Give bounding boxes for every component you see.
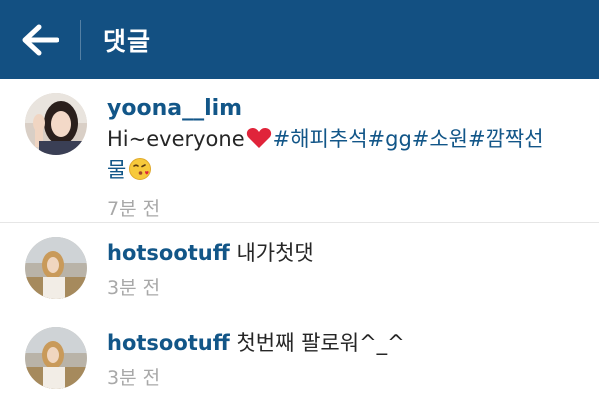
caption-item: yoona__lim Hi~everyone #해피추석#gg#소원#깜짝선 물 … xyxy=(0,79,599,222)
caption-body: yoona__lim Hi~everyone #해피추석#gg#소원#깜짝선 물 … xyxy=(107,95,559,221)
comment-line: hotsootuff 내가첫댓 xyxy=(107,239,559,267)
comment-username[interactable]: hotsootuff xyxy=(107,241,230,265)
caption-time: 7분 전 xyxy=(107,198,161,220)
avatar[interactable] xyxy=(25,93,87,155)
comment-body: hotsootuff 내가첫댓 3분 전 xyxy=(107,239,559,300)
arrow-left-icon xyxy=(22,24,59,55)
back-button[interactable] xyxy=(0,0,80,79)
avatar-photo xyxy=(25,327,87,389)
comment-text: 내가첫댓 xyxy=(236,241,314,265)
comment-username[interactable]: hotsootuff xyxy=(107,331,230,355)
kiss-face-icon xyxy=(128,157,152,188)
page-title: 댓글 xyxy=(103,26,152,56)
caption-text: Hi~everyone #해피추석#gg#소원#깜짝선 xyxy=(107,125,559,156)
comment-text: 첫번째 팔로워^_^ xyxy=(236,331,405,355)
comment-item: hotsootuff 내가첫댓 3분 전 xyxy=(0,223,599,313)
avatar[interactable] xyxy=(25,327,87,389)
comment-body: hotsootuff 첫번째 팔로워^_^ 3분 전 xyxy=(107,329,559,390)
avatar[interactable] xyxy=(25,237,87,299)
comment-time: 3분 전 xyxy=(107,367,161,389)
caption-hashtag-cont[interactable]: 물 xyxy=(107,158,126,182)
comment-item: hotsootuff 첫번째 팔로워^_^ 3분 전 xyxy=(0,313,599,405)
avatar-photo xyxy=(25,237,87,299)
comment-line: hotsootuff 첫번째 팔로워^_^ xyxy=(107,329,559,357)
header-divider xyxy=(80,19,81,60)
caption-username[interactable]: yoona__lim xyxy=(107,95,559,123)
heart-icon xyxy=(246,127,272,156)
comment-time: 3분 전 xyxy=(107,277,161,299)
app-bar: 댓글 xyxy=(0,0,599,79)
avatar-photo xyxy=(25,93,87,155)
caption-text-start: Hi~everyone xyxy=(107,127,245,151)
caption-text-line2: 물 xyxy=(107,156,559,188)
caption-hashtags[interactable]: #해피추석#gg#소원#깜짝선 xyxy=(273,127,544,151)
